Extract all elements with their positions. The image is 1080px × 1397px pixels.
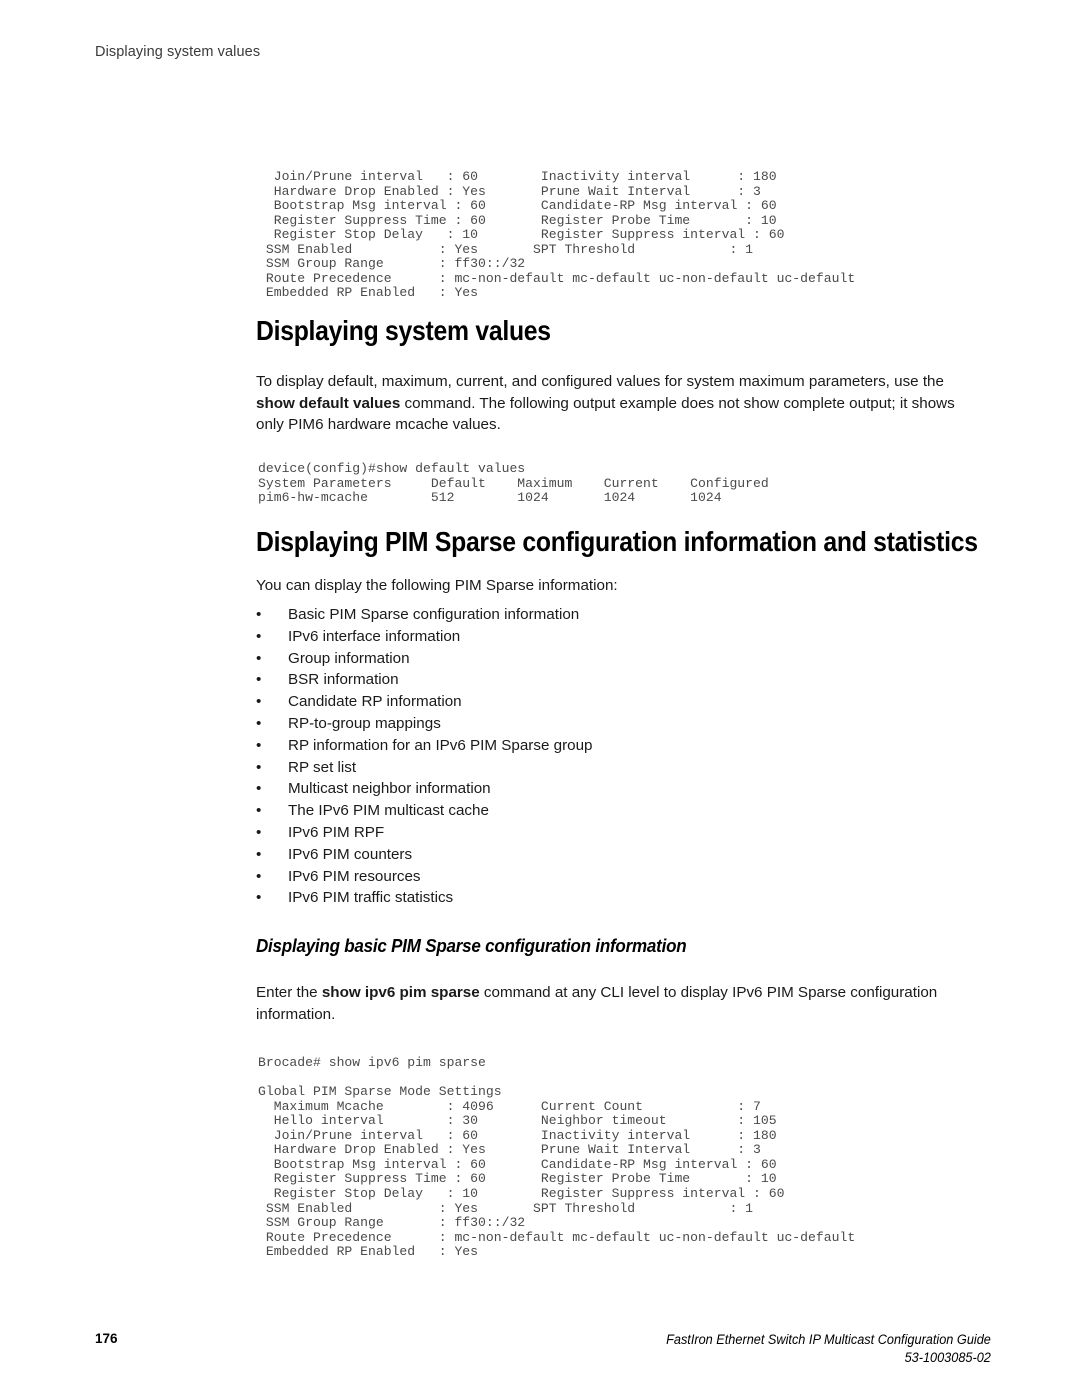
code-line: SSM Group Range : ff30::/32 bbox=[258, 256, 526, 272]
code-line: System Parameters Default Maximum Curren… bbox=[258, 475, 769, 491]
inline-command-show-default-values: show default values bbox=[256, 394, 401, 412]
cli-output-show-default-values: device(config)#show default values System… bbox=[258, 462, 769, 506]
code-line: device(config)#show default values bbox=[258, 461, 526, 477]
list-item-label: IPv6 PIM traffic statistics bbox=[288, 889, 454, 907]
code-line: Embedded RP Enabled : Yes bbox=[258, 285, 479, 301]
bullet-marker-icon: • bbox=[256, 780, 262, 798]
code-line: Register Suppress Time : 60 Register Pro… bbox=[258, 1171, 777, 1187]
code-line: Bootstrap Msg interval : 60 Candidate-RP… bbox=[258, 198, 777, 214]
bullet-marker-icon: • bbox=[256, 671, 262, 689]
bullet-marker-icon: • bbox=[256, 802, 262, 820]
code-line: Hello interval : 30 Neighbor timeout : 1… bbox=[258, 1113, 777, 1129]
bullet-list: • Basic PIM Sparse configuration informat… bbox=[256, 604, 978, 909]
code-line: SSM Group Range : ff30::/32 bbox=[258, 1215, 526, 1231]
paragraph-intro: To display default, maximum, current, an… bbox=[256, 371, 978, 436]
paragraph-you-can-display: You can display the following PIM Sparse… bbox=[256, 577, 618, 594]
list-item: • The IPv6 PIM multicast cache bbox=[256, 800, 978, 822]
list-item-label: Candidate RP information bbox=[288, 693, 462, 711]
list-item-label: IPv6 PIM RPF bbox=[288, 823, 385, 841]
bullet-marker-icon: • bbox=[256, 867, 262, 885]
paragraph-enter-command: Enter the show ipv6 pim sparse command a… bbox=[256, 982, 978, 1025]
list-item-label: IPv6 PIM counters bbox=[288, 845, 413, 863]
code-line: Register Stop Delay : 10 Register Suppre… bbox=[258, 227, 785, 243]
footer-doc-number: 53-1003085-02 bbox=[904, 1350, 991, 1365]
code-line: Hardware Drop Enabled : Yes Prune Wait I… bbox=[258, 183, 761, 199]
list-item: • Candidate RP information bbox=[256, 691, 978, 713]
list-item: • BSR information bbox=[256, 669, 978, 691]
list-item-label: RP information for an IPv6 PIM Sparse gr… bbox=[288, 736, 593, 754]
list-item: • IPv6 interface information bbox=[256, 626, 978, 648]
code-line: SSM Enabled : Yes SPT Threshold : 1 bbox=[258, 1200, 754, 1216]
footer-guide-title: FastIron Ethernet Switch IP Multicast Co… bbox=[666, 1332, 991, 1347]
list-item: • Group information bbox=[256, 648, 978, 670]
list-item: • IPv6 PIM traffic statistics bbox=[256, 887, 978, 909]
list-item: • IPv6 PIM counters bbox=[256, 844, 978, 866]
bullet-marker-icon: • bbox=[256, 693, 262, 711]
bullet-marker-icon: • bbox=[256, 845, 262, 863]
code-line: Global PIM Sparse Mode Settings bbox=[258, 1084, 502, 1100]
bullet-marker-icon: • bbox=[256, 606, 262, 623]
list-item-label: IPv6 PIM resources bbox=[288, 867, 421, 885]
bullet-marker-icon: • bbox=[256, 758, 262, 776]
list-item-label: RP-to-group mappings bbox=[288, 714, 441, 732]
code-line: SSM Enabled : Yes SPT Threshold : 1 bbox=[258, 241, 754, 257]
code-line: Register Stop Delay : 10 Register Suppre… bbox=[258, 1186, 785, 1202]
bullet-marker-icon: • bbox=[256, 649, 262, 667]
paragraph-enter-part1: Enter the bbox=[256, 984, 322, 1001]
bullet-marker-icon: • bbox=[256, 627, 262, 645]
page-title-displaying-system-values: Displaying system values bbox=[256, 315, 551, 346]
cli-output-continuation: Join/Prune interval : 60 Inactivity inte… bbox=[258, 170, 855, 301]
code-line: Hardware Drop Enabled : Yes Prune Wait I… bbox=[258, 1142, 761, 1158]
code-line: Bootstrap Msg interval : 60 Candidate-RP… bbox=[258, 1156, 777, 1172]
list-item-label: RP set list bbox=[288, 758, 357, 776]
cli-output-show-ipv6-pim-sparse: Brocade# show ipv6 pim sparse Global PIM… bbox=[258, 1056, 855, 1260]
document-page: Displaying system values Join/Prune inte… bbox=[0, 0, 1080, 1397]
code-line: Embedded RP Enabled : Yes bbox=[258, 1244, 479, 1260]
subsection-title-displaying-basic-pim-sparse: Displaying basic PIM Sparse configuratio… bbox=[256, 935, 687, 956]
bullet-marker-icon: • bbox=[256, 736, 262, 754]
list-item-label: The IPv6 PIM multicast cache bbox=[288, 802, 489, 820]
bullet-marker-icon: • bbox=[256, 823, 262, 841]
footer-document-info: FastIron Ethernet Switch IP Multicast Co… bbox=[666, 1331, 991, 1367]
inline-command-show-ipv6-pim-sparse: show ipv6 pim sparse bbox=[321, 984, 480, 1001]
code-line: Route Precedence : mc-non-default mc-def… bbox=[258, 1229, 856, 1245]
code-line: Join/Prune interval : 60 Inactivity inte… bbox=[258, 1127, 777, 1143]
code-line: Register Suppress Time : 60 Register Pro… bbox=[258, 212, 777, 228]
code-line: Route Precedence : mc-non-default mc-def… bbox=[258, 270, 856, 286]
code-line: Maximum Mcache : 4096 Current Count : 7 bbox=[258, 1098, 761, 1114]
list-item-label: Basic PIM Sparse configuration informati… bbox=[288, 606, 580, 623]
paragraph-intro-part1: To display default, maximum, current, an… bbox=[256, 373, 944, 390]
bullet-marker-icon: • bbox=[256, 889, 262, 907]
list-item: • IPv6 PIM RPF bbox=[256, 822, 978, 844]
list-item: • RP-to-group mappings bbox=[256, 713, 978, 735]
code-line: pim6-hw-mcache 512 1024 1024 1024 bbox=[258, 490, 722, 506]
list-item: • Multicast neighbor information bbox=[256, 778, 978, 800]
code-line: Brocade# show ipv6 pim sparse bbox=[258, 1055, 486, 1071]
list-item: • Basic PIM Sparse configuration informat… bbox=[256, 604, 978, 626]
list-item-label: IPv6 interface information bbox=[288, 627, 461, 645]
footer-page-number: 176 bbox=[95, 1331, 118, 1346]
code-line: Join/Prune interval : 60 Inactivity inte… bbox=[258, 169, 777, 185]
bullet-marker-icon: • bbox=[256, 714, 262, 732]
list-item: • RP set list bbox=[256, 757, 978, 779]
list-item-label: Group information bbox=[288, 649, 410, 667]
list-item-label: BSR information bbox=[288, 671, 399, 689]
list-item: • IPv6 PIM resources bbox=[256, 866, 978, 888]
running-header: Displaying system values bbox=[95, 44, 261, 60]
list-item-label: Multicast neighbor information bbox=[288, 780, 491, 798]
list-item: • RP information for an IPv6 PIM Sparse g… bbox=[256, 735, 978, 757]
section-title-displaying-pim-sparse: Displaying PIM Sparse configuration info… bbox=[256, 526, 978, 557]
